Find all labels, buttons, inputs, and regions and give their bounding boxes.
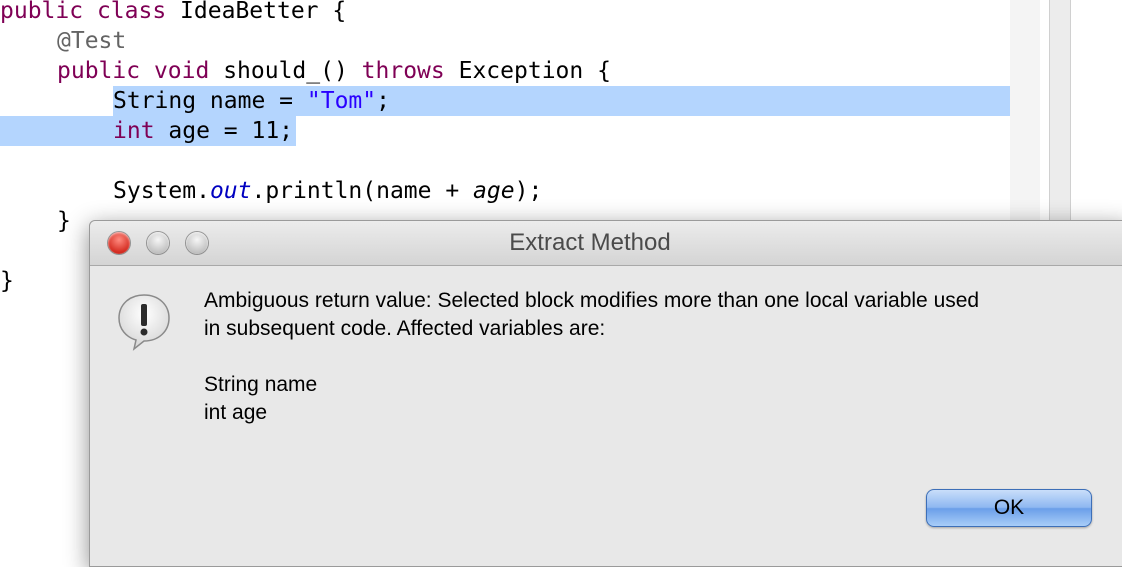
affected-variable: int age <box>204 401 268 424</box>
variable: age <box>473 178 515 204</box>
keyword: public <box>57 58 141 84</box>
code-line-class-close: } <box>0 266 14 296</box>
code-line-int-decl: int age = 11; <box>113 116 293 146</box>
code-text: ); <box>514 178 543 204</box>
code-line-class-decl: public class IdeaBetter { <box>0 0 346 26</box>
ok-button[interactable]: OK <box>926 489 1092 527</box>
keyword: void <box>153 58 210 84</box>
code-line-string-decl: String name = "Tom"; <box>113 86 390 116</box>
code-text: } <box>0 268 14 294</box>
code-line-method-decl: public void should_() throws Exception { <box>57 56 611 86</box>
keyword: throws <box>361 58 445 84</box>
extract-method-dialog: Extract Method Ambiguous return value: S… <box>89 220 1122 567</box>
dialog-message: Ambiguous return value: Selected block m… <box>204 287 1114 427</box>
code-text: IdeaBetter { <box>166 0 347 24</box>
affected-variable: String name <box>204 373 318 396</box>
code-text: .println(name + <box>251 178 474 204</box>
code-text: String name = <box>113 88 307 114</box>
warning-icon <box>114 291 174 351</box>
annotation: @Test <box>57 28 127 54</box>
keyword: class <box>96 0 167 24</box>
code-text: age = 11; <box>154 118 294 144</box>
code-line-println: System.out.println(name + age); <box>113 176 542 206</box>
code-text: Exception { <box>444 58 611 84</box>
string-literal: "Tom" <box>306 88 377 114</box>
dialog-titlebar[interactable]: Extract Method <box>90 221 1122 266</box>
message-line: in subsequent code. Affected variables a… <box>204 317 606 340</box>
code-text: should_() <box>209 58 362 84</box>
code-line-method-close: } <box>57 206 71 236</box>
dialog-title: Extract Method <box>509 229 671 256</box>
code-text: } <box>57 208 71 234</box>
static-field: out <box>209 178 252 204</box>
keyword: int <box>113 118 155 144</box>
keyword: public <box>0 0 84 24</box>
message-line: Ambiguous return value: Selected block m… <box>204 289 980 312</box>
code-text: System. <box>113 178 210 204</box>
code-text: ; <box>376 88 390 114</box>
code-line-annotation: @Test <box>57 26 126 56</box>
